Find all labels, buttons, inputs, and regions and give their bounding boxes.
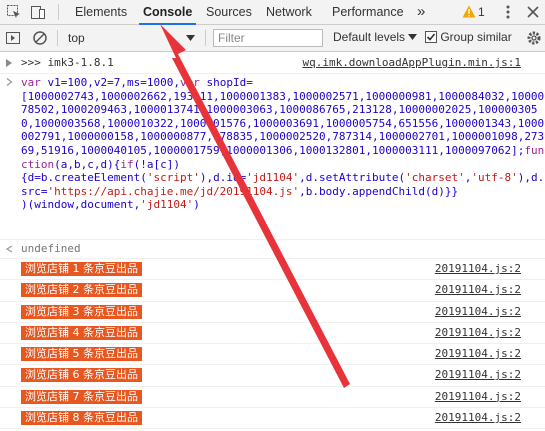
source-link[interactable]: 20191104.js:2 <box>435 365 521 385</box>
warning-count[interactable]: 1 <box>478 0 485 24</box>
source-link[interactable]: 20191104.js:2 <box>435 387 521 407</box>
log-badge: 浏览店铺 4 条京豆出品 <box>21 325 142 340</box>
log-badge: 浏览店铺 5 条京豆出品 <box>21 347 142 362</box>
log-badge: 浏览店铺 1 条京豆出品 <box>21 262 142 276</box>
evaluated-code: var v1=100,v2=7,ms=1000,var shopId= [100… <box>0 76 545 212</box>
context-value: top <box>68 31 85 45</box>
log-list: 浏览店铺 1 条京豆出品 20191104.js:2 浏览店铺 2 条京豆出品 201… <box>0 259 545 431</box>
clear-console-icon[interactable] <box>32 30 48 46</box>
console-toolbar: top Default levels Group similar <box>0 25 545 52</box>
group-similar-label: Group similar <box>440 30 512 44</box>
code-token: (a,b,c,d){ <box>54 157 121 171</box>
source-link[interactable]: 20191104.js:2 <box>435 280 521 300</box>
code-token: 'jd1104' <box>140 198 194 212</box>
log-badge: 浏览店铺 6 条京豆出品 <box>21 368 142 383</box>
log-badge: 浏览店铺 8 条京豆出品 <box>21 411 142 426</box>
log-row: 浏览店铺 1 条京豆出品 20191104.js:2 <box>0 259 545 281</box>
log-row: 浏览店铺 7 条京豆出品 20191104.js:2 <box>0 387 545 409</box>
chevron-down-icon <box>408 34 418 40</box>
filter-input[interactable] <box>213 29 323 47</box>
sidebar-toggle-icon[interactable] <box>5 30 21 46</box>
checkbox-checked-icon <box>425 31 437 43</box>
tab-console[interactable]: Console <box>138 0 197 25</box>
code-token: ),d.id= <box>199 171 247 185</box>
prompt-chevron-icon <box>6 78 13 86</box>
console-output: >>> imk3-1.8.1 wq.imk.downloadAppPlugin.… <box>0 52 545 431</box>
code-token: 'jd1104' <box>246 171 300 185</box>
code-token: ,d.setAttribute( <box>299 171 406 185</box>
log-badge: 浏览店铺 2 条京豆出品 <box>21 283 142 298</box>
group-similar-checkbox[interactable]: Group similar <box>425 30 512 44</box>
code-token: if <box>120 157 134 171</box>
code-token: 'utf-8' <box>471 171 518 185</box>
tab-sources[interactable]: Sources <box>206 0 252 24</box>
code-token: 'charset' <box>405 171 465 185</box>
code-token: var <box>179 76 207 89</box>
code-token: var <box>21 76 48 89</box>
source-link[interactable]: 20191104.js:2 <box>435 408 521 428</box>
log-text: >>> imk3-1.8.1 <box>21 56 114 69</box>
warning-icon <box>462 5 476 18</box>
console-input-echo: var v1=100,v2=7,ms=1000,var shopId= [100… <box>0 74 545 240</box>
chevron-down-icon <box>186 35 195 41</box>
source-link[interactable]: 20191104.js:2 <box>435 259 521 279</box>
console-result: undefined <box>0 240 545 259</box>
code-token: 'https://api.chajie.me/jd/20191104.js' <box>47 184 300 198</box>
kebab-menu-icon[interactable] <box>500 4 516 20</box>
tab-elements[interactable]: Elements <box>75 0 127 24</box>
tab-network[interactable]: Network <box>266 0 312 24</box>
log-badge: 浏览店铺 3 条京豆出品 <box>21 304 142 319</box>
source-link[interactable]: 20191104.js:2 <box>435 323 521 343</box>
gear-icon[interactable] <box>526 30 542 46</box>
code-token: 'script' <box>146 171 200 185</box>
toolbar-divider <box>205 30 206 46</box>
more-tabs-button[interactable]: » <box>417 0 425 24</box>
source-link[interactable]: 20191104.js:2 <box>435 302 521 322</box>
log-row: 浏览店铺 2 条京豆出品 20191104.js:2 <box>0 280 545 302</box>
log-row: 浏览店铺 8 条京豆出品 20191104.js:2 <box>0 408 545 430</box>
log-badge: 浏览店铺 7 条京豆出品 <box>21 389 142 404</box>
log-row: 浏览店铺 4 条京豆出品 20191104.js:2 <box>0 323 545 345</box>
log-row: 浏览店铺 3 条京豆出品 20191104.js:2 <box>0 302 545 323</box>
tab-performance[interactable]: Performance <box>332 0 404 24</box>
inspect-element-icon[interactable] <box>6 4 22 20</box>
tabbar-divider <box>58 4 59 20</box>
expand-arrow-icon[interactable] <box>6 59 12 67</box>
device-toolbar-icon[interactable] <box>30 4 46 20</box>
source-link[interactable]: 20191104.js:2 <box>435 344 521 364</box>
source-link[interactable]: wq.imk.downloadAppPlugin.min.js:1 <box>302 52 521 73</box>
levels-dropdown[interactable]: Default levels <box>333 30 418 44</box>
context-selector[interactable]: top <box>60 29 200 48</box>
code-token: ) <box>193 198 200 212</box>
log-row: 浏览店铺 6 条京豆出品 20191104.js:2 <box>0 365 545 387</box>
close-icon[interactable] <box>525 4 541 20</box>
toolbar-divider <box>57 30 58 46</box>
levels-label: Default levels <box>333 30 406 44</box>
devtools-tabbar: Elements Console Sources Network Perform… <box>0 0 545 25</box>
code-token: v1=100,v2=7,ms=1000, <box>47 76 180 89</box>
result-arrow-icon <box>5 245 13 253</box>
console-message: >>> imk3-1.8.1 wq.imk.downloadAppPlugin.… <box>0 52 545 74</box>
log-row: 浏览店铺 5 条京豆出品 20191104.js:2 <box>0 344 545 366</box>
